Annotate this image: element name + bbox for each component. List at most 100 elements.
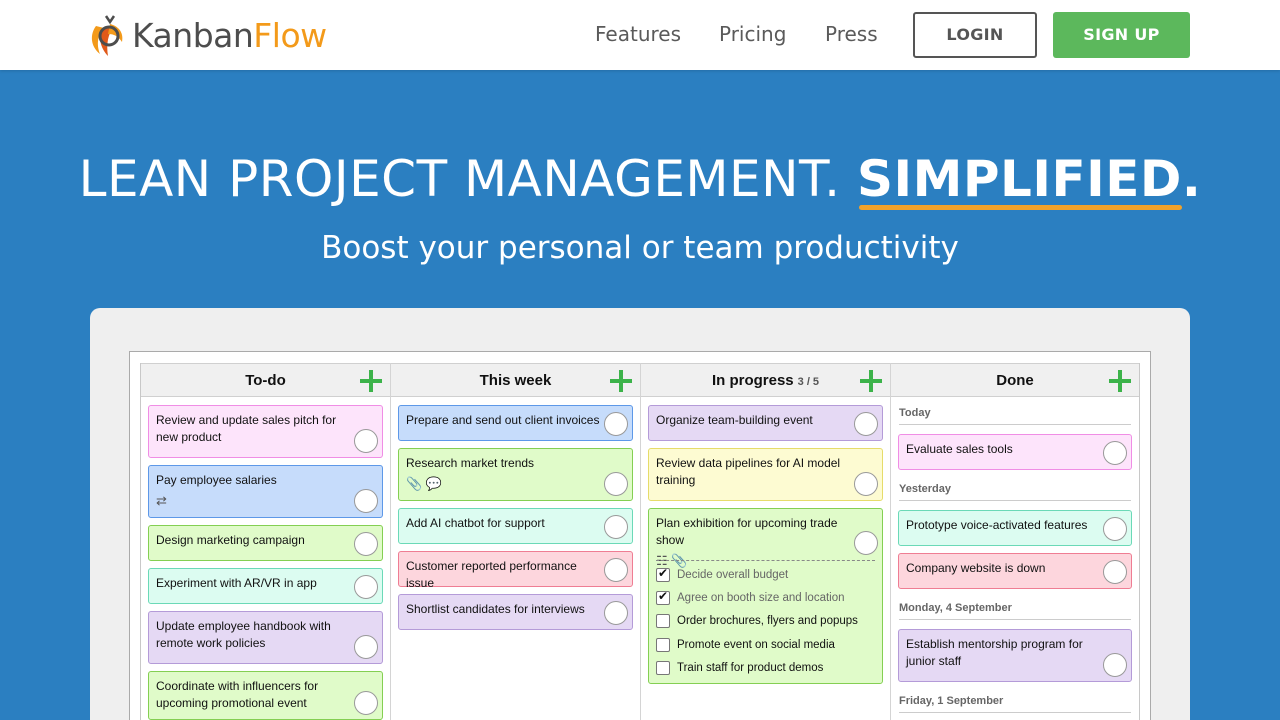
hero-title-end: . [1181, 150, 1202, 208]
task-text: Evaluate sales tools [906, 442, 1013, 456]
task-card[interactable]: Prepare and send out client invoices [398, 405, 633, 441]
repeat-icon: ⇄ [156, 493, 167, 508]
avatar [354, 429, 378, 453]
avatar [354, 635, 378, 659]
avatar [1103, 517, 1127, 541]
kanbanflow-logo[interactable]: KanbanFlow [88, 12, 327, 58]
subtask-text: Order brochures, flyers and popups [677, 615, 858, 627]
avatar [854, 531, 878, 555]
avatar [604, 558, 628, 582]
task-text: Prototype voice-activated features [906, 518, 1088, 532]
subtask-text: Agree on booth size and location [677, 592, 845, 604]
add-task-icon[interactable] [360, 370, 382, 392]
task-text: Research market trends [406, 456, 535, 470]
task-text: Review data pipelines for AI model train… [656, 456, 841, 487]
column-title: Done [996, 372, 1034, 389]
attachment-icon: 📎 [406, 476, 423, 491]
task-card[interactable]: Shortlist candidates for interviews [398, 594, 633, 630]
logo-icon [91, 15, 123, 56]
task-card[interactable]: Prototype voice-activated features [898, 510, 1132, 546]
hero-title: LEAN PROJECT MANAGEMENT. SIMPLIFIED. [0, 150, 1280, 210]
task-card[interactable]: Review and update sales pitch for new pr… [148, 405, 383, 458]
checkbox[interactable] [656, 661, 670, 675]
subtask-item[interactable]: Train staff for product demos [656, 661, 823, 675]
logo-text-kanban: Kanban [132, 15, 254, 55]
task-card[interactable]: Coordinate with influencers for upcoming… [148, 671, 383, 720]
subtask-text: Train staff for product demos [677, 662, 824, 674]
subtask-item[interactable]: Agree on booth size and location [656, 589, 845, 605]
task-text: Coordinate with influencers for upcoming… [156, 679, 319, 710]
hero-title-highlight: SIMPLIFIED [856, 150, 1182, 210]
subtask-text: Promote event on social media [677, 639, 835, 651]
avatar [854, 472, 878, 496]
add-task-icon[interactable] [1109, 370, 1131, 392]
task-text: Plan exhibition for upcoming trade show [656, 516, 838, 547]
checkbox[interactable] [656, 589, 670, 605]
column-title-text: In progress [711, 372, 794, 389]
checkbox[interactable] [656, 566, 670, 582]
nav-press[interactable]: Press [825, 22, 878, 46]
task-card[interactable]: Update employee handbook with remote wor… [148, 611, 383, 664]
task-card[interactable]: Pay employee salaries ⇄ [148, 465, 383, 518]
task-card[interactable]: Establish mentorship program for junior … [898, 629, 1132, 682]
checkbox[interactable] [656, 638, 670, 652]
task-card[interactable]: Evaluate sales tools [898, 434, 1132, 470]
task-card[interactable]: Organize team-building event [648, 405, 883, 441]
task-text: Review and update sales pitch for new pr… [156, 413, 337, 444]
avatar [604, 515, 628, 539]
task-text: Company website is down [906, 561, 1046, 575]
add-task-icon[interactable] [610, 370, 632, 392]
task-card[interactable]: Research market trends 📎 💬 [398, 448, 633, 501]
task-text: Add AI chatbot for support [406, 516, 545, 530]
day-group-label: Monday, 4 September [899, 602, 1012, 614]
column-title: This week [479, 372, 552, 389]
avatar [354, 691, 378, 715]
logo-text-flow: Flow [253, 15, 327, 55]
avatar [354, 575, 378, 599]
task-card[interactable]: Review data pipelines for AI model train… [648, 448, 883, 501]
task-text: Pay employee salaries [156, 473, 277, 487]
column-header: Done [891, 363, 1139, 397]
avatar [1103, 560, 1127, 584]
subtask-text: Decide overall budget [677, 569, 789, 581]
checkbox[interactable] [656, 614, 670, 628]
subtask-item[interactable]: Order brochures, flyers and popups [656, 614, 858, 628]
task-text: Design marketing campaign [156, 533, 305, 547]
avatar [354, 532, 378, 556]
task-text: Update employee handbook with remote wor… [156, 619, 331, 650]
day-divider [899, 619, 1131, 620]
avatar [604, 412, 628, 436]
subtask-item[interactable]: Decide overall budget [656, 566, 789, 582]
add-task-icon[interactable] [860, 370, 882, 392]
day-divider [899, 424, 1131, 425]
avatar [854, 412, 878, 436]
task-text: Customer reported performance issue [406, 559, 577, 590]
login-button[interactable]: LOGIN [913, 12, 1037, 58]
day-group-label: Yesterday [899, 483, 951, 495]
nav-features[interactable]: Features [595, 22, 681, 46]
task-card[interactable]: Add AI chatbot for support [398, 508, 633, 544]
hero-subtitle: Boost your personal or team productivity [321, 230, 959, 266]
wip-limit-count: 3 / 5 [797, 376, 820, 388]
subtask-item[interactable]: Promote event on social media [656, 638, 835, 652]
avatar [604, 601, 628, 625]
task-card[interactable]: Customer reported performance issue [398, 551, 633, 590]
site-header: KanbanFlow Features Pricing Press LOGIN … [0, 0, 1280, 70]
day-group-label: Today [899, 407, 931, 419]
nav-pricing[interactable]: Pricing [719, 22, 786, 46]
task-card[interactable]: Design marketing campaign [148, 525, 383, 561]
task-card[interactable]: Experiment with AR/VR in app [148, 568, 383, 604]
avatar [1103, 653, 1127, 677]
comment-icon: 💬 [425, 476, 442, 491]
task-text: Experiment with AR/VR in app [156, 576, 317, 590]
column-header: In progress 3 / 5 [641, 363, 890, 397]
avatar [1103, 441, 1127, 465]
hero-title-main: LEAN PROJECT MANAGEMENT. [78, 150, 841, 208]
avatar [604, 472, 628, 496]
subtask-divider [656, 560, 875, 561]
task-card[interactable]: Company website is down [898, 553, 1132, 589]
day-group-label: Friday, 1 September [899, 695, 1004, 707]
task-text: Shortlist candidates for interviews [406, 602, 585, 616]
signup-button[interactable]: SIGN UP [1053, 12, 1190, 58]
column-title: To-do [245, 372, 286, 389]
